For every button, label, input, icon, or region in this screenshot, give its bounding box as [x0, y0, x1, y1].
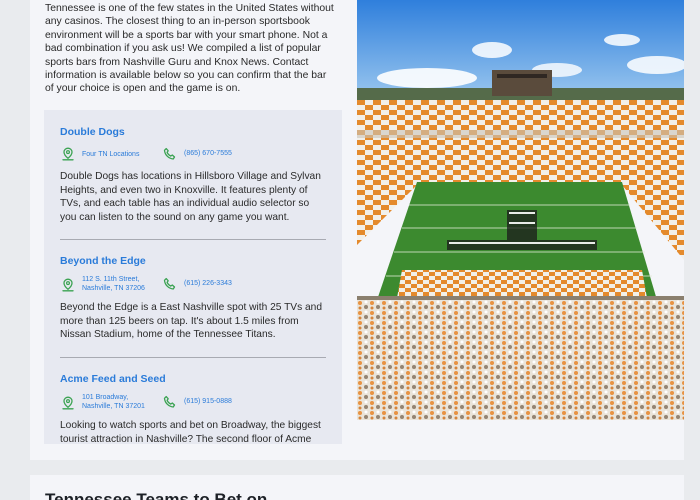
next-section-card: Tennessee Teams to Bet on — [30, 475, 684, 500]
map-pin-icon — [62, 396, 74, 410]
bar-divider — [60, 239, 326, 240]
bar-address[interactable]: 112 S. 11th Street, Nashville, TN 37206 — [82, 275, 145, 293]
bar-name[interactable]: Double Dogs — [60, 126, 326, 138]
bar-address-line2: Nashville, TN 37201 — [82, 403, 145, 410]
bar-entry-beyond-the-edge: Beyond the Edge 112 S. 11th Street, Nash… — [60, 255, 326, 340]
bar-phone[interactable]: (865) 670-7555 — [184, 150, 232, 157]
bar-address[interactable]: Four TN Locations — [82, 150, 139, 159]
bar-contact-row: Four TN Locations (865) 670-7555 — [60, 146, 326, 166]
intro-paragraph: Tennessee is one of the few states in th… — [45, 3, 334, 95]
map-pin-icon — [62, 278, 74, 292]
bar-address-line1: 101 Broadway, — [82, 394, 129, 401]
stadium-photo-image — [357, 0, 684, 420]
bar-entry-acme-feed-and-seed: Acme Feed and Seed 101 Broadway, Nashvil… — [60, 373, 326, 444]
sports-bars-list[interactable]: Double Dogs Four TN Locations (865) 670-… — [44, 110, 342, 444]
phone-icon — [163, 147, 176, 160]
map-pin-icon — [62, 147, 74, 161]
bar-contact-row: 112 S. 11th Street, Nashville, TN 37206 … — [60, 275, 326, 295]
bar-name[interactable]: Beyond the Edge — [60, 255, 326, 267]
bar-description: Looking to watch sports and bet on Broad… — [60, 420, 321, 444]
bar-name[interactable]: Acme Feed and Seed — [60, 373, 326, 385]
bar-address-line2: Nashville, TN 37206 — [82, 285, 145, 292]
bar-phone[interactable]: (615) 915-0888 — [184, 398, 232, 405]
bar-description: Beyond the Edge is a East Nashville spot… — [60, 302, 323, 341]
bar-contact-row: 101 Broadway, Nashville, TN 37201 (615) … — [60, 393, 326, 413]
bar-description: Double Dogs has locations in Hillsboro V… — [60, 171, 321, 223]
phone-icon — [163, 277, 176, 290]
stadium-photo — [357, 0, 684, 420]
bar-address-line1: 112 S. 11th Street, — [82, 276, 140, 283]
phone-icon — [163, 395, 176, 408]
bar-address[interactable]: 101 Broadway, Nashville, TN 37201 — [82, 393, 145, 411]
bar-entry-double-dogs: Double Dogs Four TN Locations (865) 670-… — [60, 126, 326, 223]
bar-phone[interactable]: (615) 226-3343 — [184, 280, 232, 287]
sports-bars-card: Tennessee is one of the few states in th… — [30, 0, 684, 460]
section-heading: Tennessee Teams to Bet on — [45, 490, 268, 500]
bar-address-line1: Four TN Locations — [82, 151, 140, 158]
bar-divider — [60, 357, 326, 358]
